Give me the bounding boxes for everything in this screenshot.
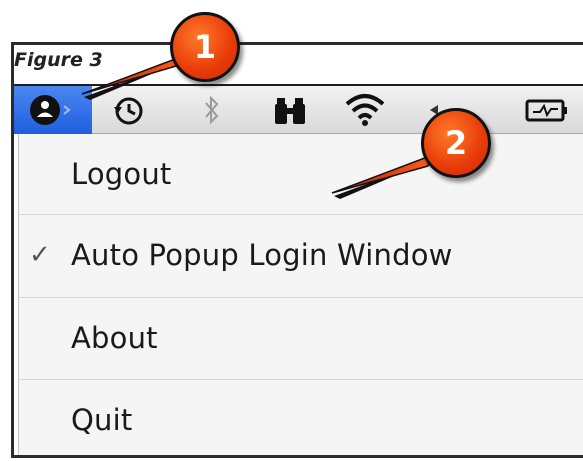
menu-item-label: Quit [71,403,133,437]
menu-item-logout[interactable]: Logout [19,134,583,214]
checkmark-icon: ✓ [29,240,51,270]
battery-charging-icon [525,99,567,122]
status-menu-dropdown: Logout ✓ Auto Popup Login Window About Q… [18,134,583,455]
callout-badge-1: 1 [170,12,240,82]
callout-number: 1 [193,28,217,66]
menu-item-auto-popup-login-window[interactable]: ✓ Auto Popup Login Window [19,215,583,295]
user-menu-status-item[interactable] [14,86,92,134]
figure-stage: Figure 3 Logout ✓ Auto Popup Login Windo… [0,0,583,461]
battery-status-item[interactable] [522,86,572,134]
menu-item-label: Auto Popup Login Window [71,238,453,272]
figure-caption: Figure 3 [14,49,103,71]
menu-item-label: About [71,321,158,355]
wifi-status-item[interactable] [341,86,389,134]
callout-badge-2: 2 [421,108,491,178]
wifi-icon [345,94,385,126]
time-machine-icon [114,97,143,125]
menu-bar [14,84,583,134]
menu-item-quit[interactable]: Quit [19,380,583,460]
binoculars-status-item[interactable] [269,86,311,134]
binoculars-icon [275,98,305,124]
callout-number: 2 [444,124,468,162]
bluetooth-icon [205,95,219,125]
user-menu-icon [30,95,71,125]
menu-item-label: Logout [71,157,172,191]
bluetooth-status-item[interactable] [197,86,227,134]
menu-item-about[interactable]: About [19,298,583,378]
time-machine-status-item[interactable] [106,86,150,134]
